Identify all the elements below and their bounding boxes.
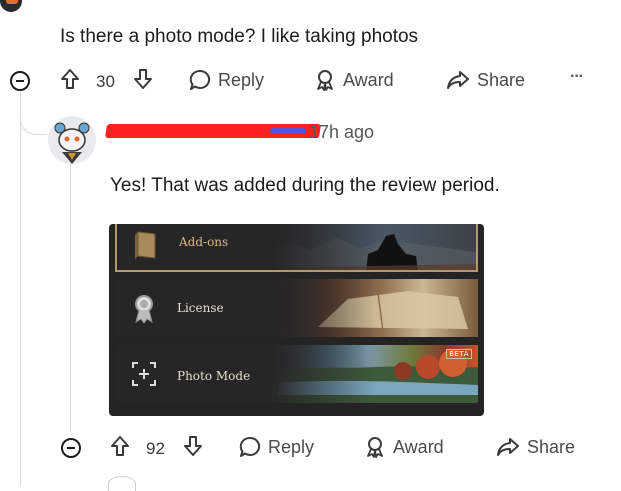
next-reply-avatar[interactable] [108,476,136,491]
menu-item-label: License [177,301,224,315]
upvote-button[interactable] [110,435,130,457]
reply-label: Reply [218,69,265,90]
thread-line [20,88,21,486]
reply-avatar[interactable] [48,116,96,164]
share-label: Share [477,69,526,90]
speech-bubble-icon [189,69,211,90]
camera-frame-icon [132,362,156,386]
downvote-arrow-icon [184,436,202,456]
award-ribbon-icon [367,437,383,458]
share-arrow-icon [497,438,519,456]
speech-bubble-icon [239,436,261,457]
award-button[interactable]: Award [364,436,444,458]
downvote-button[interactable] [183,435,203,457]
downvote-button[interactable] [133,68,153,90]
vote-count: 30 [96,72,115,91]
menu-item-license: License [115,279,478,337]
medal-icon [135,295,153,324]
upvote-arrow-icon [111,436,129,456]
comment-timestamp[interactable]: 17h ago [309,122,374,143]
share-button[interactable]: Share [496,436,575,458]
share-button[interactable]: Share [446,69,525,91]
thread-branch-line [20,96,47,135]
collapse-thread-button[interactable] [10,71,30,91]
reply-comment-text: Yes! That was added during the review pe… [110,175,500,196]
share-label: Share [527,436,576,457]
minus-icon [16,80,24,82]
menu-item-label: Photo Mode [177,369,251,383]
award-button[interactable]: Award [314,69,394,91]
award-label: Award [343,69,394,90]
vote-count: 92 [146,439,165,458]
menu-item-label: Add-ons [179,235,229,249]
reply-button[interactable]: Reply [189,69,264,91]
reply-label: Reply [268,436,315,457]
beta-badge: BETA [446,349,472,359]
parent-comment-text: Is there a photo mode? I like taking pho… [60,26,419,47]
reply-thread-line [70,160,71,432]
parent-avatar[interactable] [0,0,22,12]
share-arrow-icon [447,71,469,89]
menu-item-photo-mode: Photo Mode BETA [115,345,478,403]
downvote-arrow-icon [134,69,152,89]
redacted-flair [270,128,306,134]
collapse-reply-button[interactable] [61,438,81,458]
book-icon [135,231,156,259]
upvote-arrow-icon [61,69,79,89]
award-ribbon-icon [317,70,333,91]
reply-button[interactable]: Reply [239,436,314,458]
award-label: Award [393,436,444,457]
more-options-button[interactable]: ··· [570,68,584,86]
upvote-button[interactable] [60,68,80,90]
minus-icon [67,447,75,449]
snoo-avatar-icon [48,116,96,164]
menu-item-add-ons: Add-ons [115,224,478,272]
embedded-screenshot[interactable]: Add-ons License Photo Mode BETA [109,224,484,416]
